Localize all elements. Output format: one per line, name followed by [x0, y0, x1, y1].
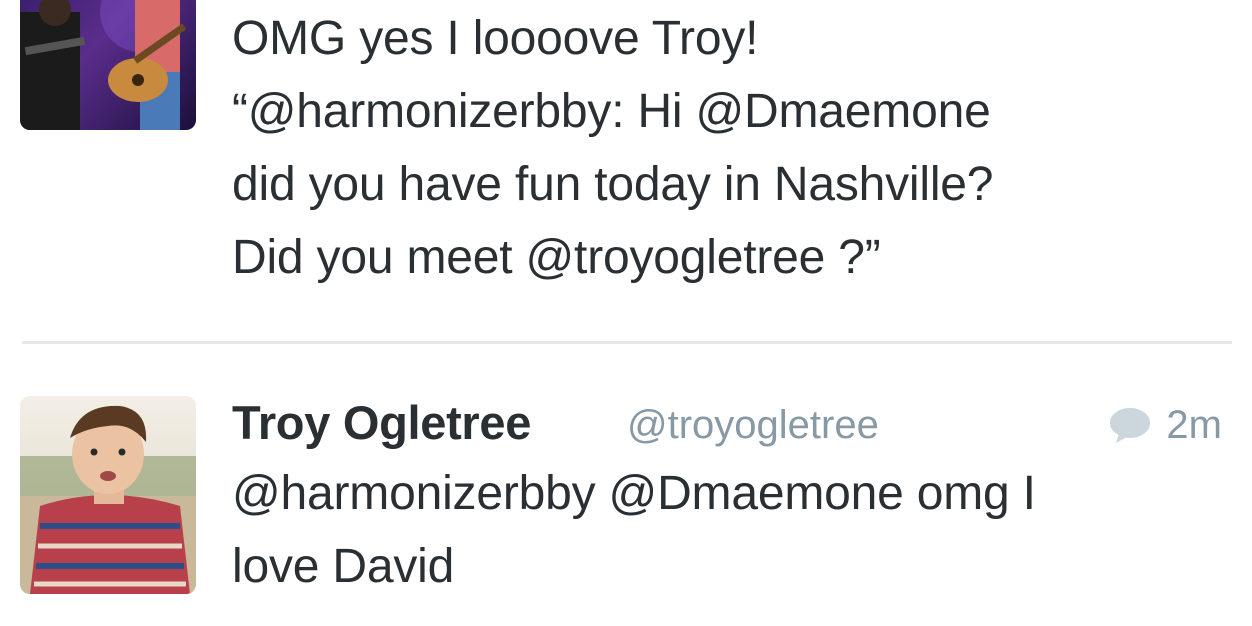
- tweet-text: OMG yes I loooove Troy! “@harmonizerbby:…: [232, 2, 1222, 294]
- tweet-text-line: did you have fun today in Nashville?: [232, 158, 994, 211]
- author-handle[interactable]: @troyogletree: [627, 394, 879, 456]
- tweet-text-line: OMG yes I loooove Troy!: [232, 12, 759, 65]
- tweet-meta: 2m: [1108, 394, 1222, 456]
- avatar[interactable]: [20, 0, 196, 130]
- tweet-text-line: @harmonizerbby @Dmaemone omg I: [232, 467, 1036, 520]
- profile-photo-avatar: [20, 396, 196, 594]
- tweet-text-line: Did you meet @troyogletree ?”: [232, 231, 881, 284]
- tweet-text-line: “@harmonizerbby: Hi @Dmaemone: [232, 85, 991, 138]
- concert-photo-avatar: [20, 0, 196, 130]
- author-name[interactable]: Troy Ogletree: [232, 392, 531, 454]
- avatar[interactable]: [20, 396, 196, 594]
- tweet-text: @harmonizerbby @Dmaemone omg I love Davi…: [232, 457, 1222, 603]
- tweet-text-line: love David: [232, 540, 455, 593]
- timestamp[interactable]: 2m: [1166, 394, 1222, 456]
- tweet[interactable]: OMG yes I loooove Troy! “@harmonizerbby:…: [0, 0, 1252, 340]
- tweet-divider: [22, 341, 1232, 344]
- tweet[interactable]: Troy Ogletree @troyogletree 2m @harmoniz…: [0, 346, 1252, 626]
- tweet-header: Troy Ogletree @troyogletree 2m: [232, 392, 1222, 454]
- speech-bubble-icon[interactable]: [1108, 406, 1152, 444]
